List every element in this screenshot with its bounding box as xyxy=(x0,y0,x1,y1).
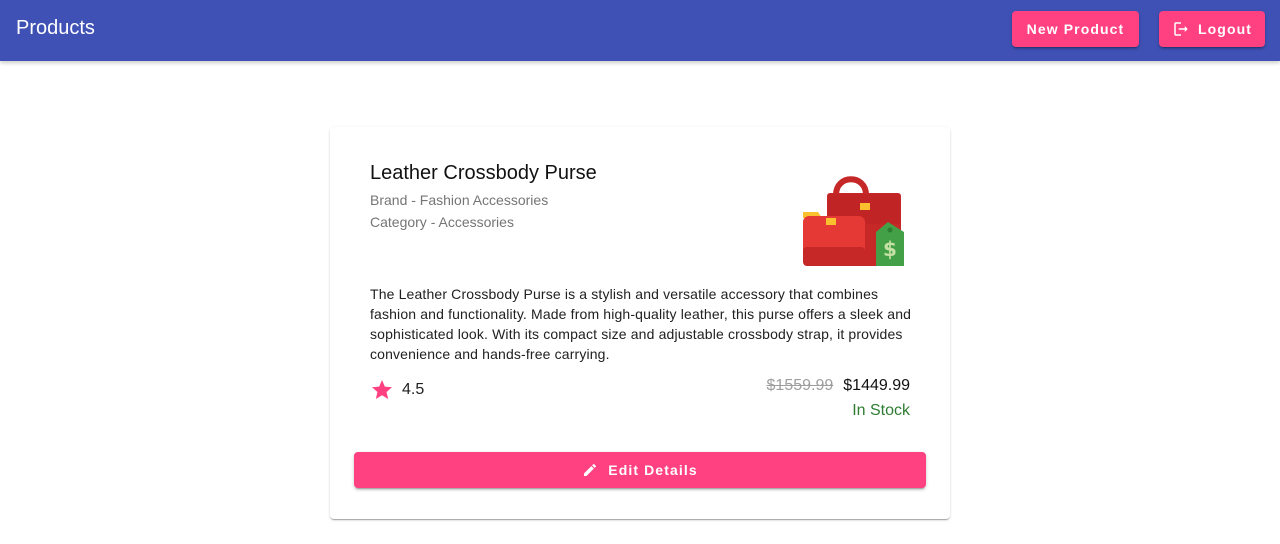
product-card: Leather Crossbody Purse Brand - Fashion … xyxy=(330,127,950,519)
new-product-button[interactable]: New Product xyxy=(1012,11,1139,47)
new-product-label: New Product xyxy=(1026,21,1125,37)
price-block: $1559.99 $1449.99 xyxy=(660,377,910,395)
svg-text:$: $ xyxy=(883,237,897,261)
star-icon xyxy=(370,378,394,402)
logout-label: Logout xyxy=(1197,21,1253,37)
product-rating: 4.5 xyxy=(370,377,424,403)
product-brand: Brand - Fashion Accessories xyxy=(370,192,549,208)
app-bar: Products New Product Logout xyxy=(0,0,1280,61)
edit-details-button[interactable]: Edit Details xyxy=(354,452,926,488)
product-category: Category - Accessories xyxy=(370,214,514,230)
rating-value: 4.5 xyxy=(402,381,425,398)
logout-icon xyxy=(1172,20,1190,38)
edit-details-label: Edit Details xyxy=(608,462,698,478)
product-description: The Leather Crossbody Purse is a stylish… xyxy=(370,286,912,362)
page-title: Products xyxy=(16,17,95,39)
logout-button[interactable]: Logout xyxy=(1159,11,1265,47)
current-price: $1449.99 xyxy=(843,377,910,394)
stock-status: In Stock xyxy=(852,402,910,419)
pencil-icon xyxy=(582,462,598,478)
original-price: $1559.99 xyxy=(766,377,834,394)
handbag-with-price-tag-icon: $ xyxy=(800,160,910,266)
product-name: Leather Crossbody Purse xyxy=(370,162,597,184)
